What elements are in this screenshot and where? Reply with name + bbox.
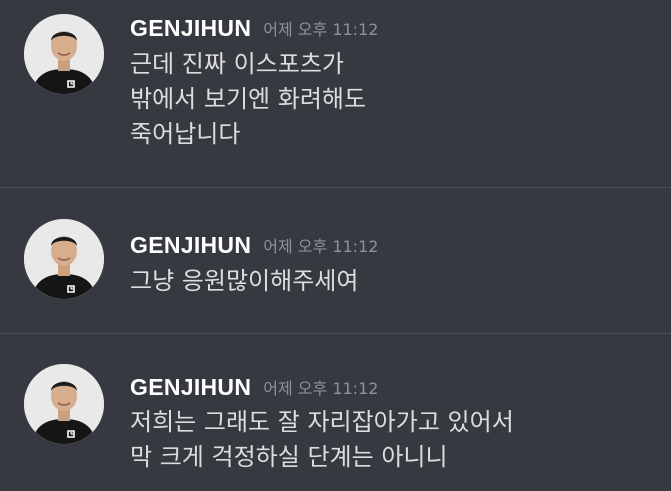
message-line: 저희는 그래도 잘 자리잡아가고 있어서 [130, 408, 514, 436]
message-line: 그냥 응원많이해주세여 [130, 267, 359, 295]
chat-message-list: GENJIHUN 어제 오후 11:12 근데 진짜 이스포츠가 밖에서 보기엔 … [0, 0, 671, 491]
avatar[interactable] [24, 219, 104, 299]
message-group: GENJIHUN 어제 오후 11:12 근데 진짜 이스포츠가 밖에서 보기엔 … [0, 0, 671, 187]
message-header: GENJIHUN 어제 오후 11:12 [130, 14, 378, 42]
message-line: 근데 진짜 이스포츠가 [130, 50, 344, 78]
timestamp[interactable]: 어제 오후 11:12 [263, 379, 378, 398]
username[interactable]: GENJIHUN [130, 15, 251, 41]
message-header: GENJIHUN 어제 오후 11:12 [130, 231, 378, 259]
message-line: 막 크게 걱정하실 단계는 아니니 [130, 443, 448, 471]
user-avatar-photo [24, 219, 104, 299]
avatar[interactable] [24, 364, 104, 444]
timestamp[interactable]: 어제 오후 11:12 [263, 20, 378, 39]
timestamp[interactable]: 어제 오후 11:12 [263, 237, 378, 256]
message-header: GENJIHUN 어제 오후 11:12 [130, 373, 378, 401]
message-content: 근데 진짜 이스포츠가 밖에서 보기엔 화려해도 죽어납니다 [130, 47, 650, 152]
message-group: GENJIHUN 어제 오후 11:12 저희는 그래도 잘 자리잡아가고 있어서… [0, 334, 671, 491]
avatar[interactable] [24, 14, 104, 94]
message-line: 밖에서 보기엔 화려해도 [130, 85, 367, 113]
user-avatar-photo [24, 14, 104, 94]
message-line: 죽어납니다 [130, 120, 241, 148]
username[interactable]: GENJIHUN [130, 374, 251, 400]
user-avatar-photo [24, 364, 104, 444]
username[interactable]: GENJIHUN [130, 232, 251, 258]
message-group: GENJIHUN 어제 오후 11:12 그냥 응원많이해주세여 [0, 188, 671, 333]
message-content: 그냥 응원많이해주세여 [130, 264, 650, 299]
message-content: 저희는 그래도 잘 자리잡아가고 있어서 막 크게 걱정하실 단계는 아니니 [130, 405, 650, 475]
